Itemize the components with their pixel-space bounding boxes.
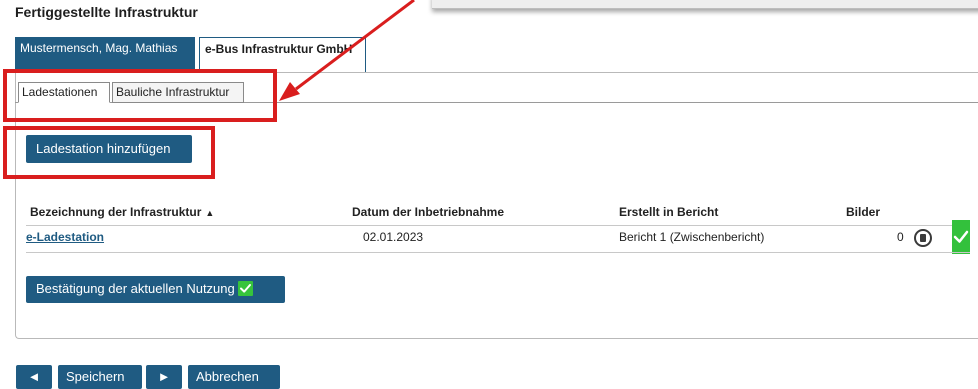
cancel-button[interactable]: Abbrechen: [188, 365, 280, 389]
page-title: Fertiggestellte Infrastruktur: [15, 4, 198, 20]
commissioning-date: 02.01.2023: [363, 230, 424, 244]
column-header-label: Bezeichnung der Infrastruktur: [30, 205, 202, 219]
table-header-divider: [26, 225, 970, 226]
infrastructure-name-link[interactable]: e-Ladestation: [26, 230, 104, 244]
check-icon: [237, 281, 253, 296]
column-header-name[interactable]: Bezeichnung der Infrastruktur ▲: [30, 205, 214, 219]
previous-button[interactable]: ◄: [16, 365, 52, 389]
check-icon[interactable]: [952, 220, 970, 254]
tab-person[interactable]: Mustermensch, Mag. Mathias: [15, 37, 195, 73]
table-row-divider: [26, 252, 970, 253]
confirm-usage-label: Bestätigung der aktuellen Nutzung: [36, 281, 235, 296]
image-count: 0: [897, 230, 904, 244]
next-button[interactable]: ►: [146, 365, 182, 389]
column-header-images: Bilder: [846, 205, 881, 219]
column-header-report: Erstellt in Bericht: [619, 205, 719, 219]
save-button[interactable]: Speichern: [58, 365, 142, 389]
column-header-date: Datum der Inbetriebnahme: [352, 205, 505, 219]
highlight-subtabs-box: [3, 69, 277, 122]
report-reference: Bericht 1 (Zwischenbericht): [619, 230, 765, 244]
trash-icon[interactable]: [914, 229, 932, 247]
overlay-window-edge: [432, 0, 978, 9]
confirm-usage-button[interactable]: Bestätigung der aktuellen Nutzung: [26, 276, 285, 303]
sort-asc-icon: ▲: [205, 208, 215, 218]
tab-organization[interactable]: e-Bus Infrastruktur GmbH: [199, 37, 366, 73]
highlight-add-button-box: [3, 126, 215, 179]
